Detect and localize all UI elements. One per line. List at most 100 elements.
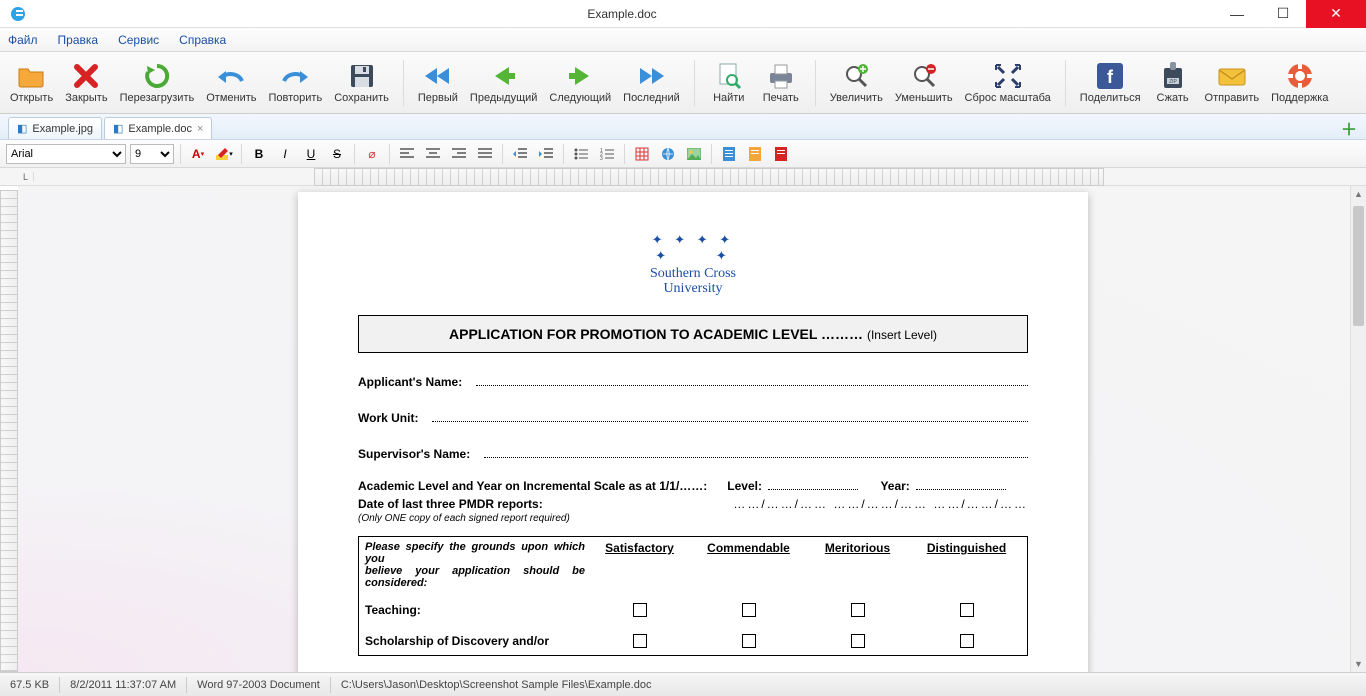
prev-button[interactable]: Предыдущий [466,54,541,112]
export-rtf-button[interactable] [744,143,766,165]
scroll-thumb[interactable] [1353,206,1364,326]
maximize-button[interactable]: ☐ [1260,0,1306,28]
redo-button[interactable]: Повторить [265,54,327,112]
insert-table-button[interactable] [631,143,653,165]
checkbox[interactable] [742,603,756,617]
print-button[interactable]: Печать [757,54,805,112]
add-tab-button[interactable]: ＋ [1340,119,1358,137]
number-list-button[interactable]: 123 [596,143,618,165]
outdent-button[interactable] [509,143,531,165]
align-center-button[interactable] [422,143,444,165]
zip-icon: ZIP [1158,61,1188,91]
vertical-ruler[interactable] [0,190,18,672]
insert-image-button[interactable] [683,143,705,165]
export-doc-button[interactable] [718,143,740,165]
clear-format-button[interactable]: ⌀ [361,143,383,165]
close-button[interactable]: ✕ [1306,0,1366,28]
field-supervisor[interactable] [484,448,1028,458]
compress-button[interactable]: ZIPСжать [1149,54,1197,112]
field-applicant[interactable] [476,376,1028,386]
export-pdf-button[interactable] [770,143,792,165]
pmdr-dates[interactable]: ……/……/…… ……/……/…… ……/……/…… [733,497,1028,511]
tab-example-doc[interactable]: ◧ Example.doc × [104,117,212,139]
align-justify-button[interactable] [474,143,496,165]
label-workunit: Work Unit: [358,411,418,425]
font-select[interactable]: Arial [6,144,126,164]
bold-button[interactable]: B [248,143,270,165]
uni-name-2: University [663,281,722,296]
checkbox[interactable] [742,634,756,648]
find-button[interactable]: Найти [705,54,753,112]
checkbox[interactable] [960,634,974,648]
folder-icon [17,61,47,91]
menu-service[interactable]: Сервис [118,33,159,47]
doc-icon: ◧ [113,122,123,135]
checkbox[interactable] [851,634,865,648]
field-workunit[interactable] [432,412,1028,422]
col-commendable: Commendable [694,541,803,589]
tab-example-jpg[interactable]: ◧ Example.jpg [8,117,102,139]
italic-button[interactable]: I [274,143,296,165]
vertical-scrollbar[interactable]: ▲ ▼ [1350,186,1366,672]
svg-text:ZIP: ZIP [1169,79,1177,85]
minimize-button[interactable]: — [1214,0,1260,28]
col-meritorious: Meritorious [803,541,912,589]
scroll-up-icon[interactable]: ▲ [1351,186,1366,202]
zoomout-icon [909,61,939,91]
undo-icon [216,61,246,91]
zoomreset-button[interactable]: Сброс масштаба [961,54,1055,112]
highlight-button[interactable]: ▾ [213,143,235,165]
support-button[interactable]: Поддержка [1267,54,1332,112]
align-right-button[interactable] [448,143,470,165]
indent-button[interactable] [535,143,557,165]
envelope-icon [1217,61,1247,91]
document-area: L ✦ ✦ ✦ ✦✦ ✦ Southern CrossUniversity AP… [0,168,1366,672]
menu-help[interactable]: Справка [179,33,226,47]
checkbox[interactable] [851,603,865,617]
zoomout-button[interactable]: Уменьшить [891,54,957,112]
horizontal-ruler[interactable] [314,168,1104,186]
field-year[interactable] [916,480,1006,490]
document-page[interactable]: ✦ ✦ ✦ ✦✦ ✦ Southern CrossUniversity APPL… [298,192,1088,672]
bullet-list-button[interactable] [570,143,592,165]
zoomreset-icon [993,61,1023,91]
scroll-down-icon[interactable]: ▼ [1351,656,1366,672]
menu-edit[interactable]: Правка [58,33,99,47]
close-file-button[interactable]: Закрыть [61,54,111,112]
checkbox[interactable] [633,634,647,648]
zoomin-button[interactable]: Увеличить [826,54,887,112]
ruler-bar: L [0,168,1366,186]
next-icon [565,61,595,91]
status-path: C:\Users\Jason\Desktop\Screenshot Sample… [341,679,652,691]
save-button[interactable]: Сохранить [330,54,393,112]
size-select[interactable]: 9 [130,144,174,164]
label-level: Level: [727,479,762,493]
menu-file[interactable]: Файл [8,33,38,47]
next-button[interactable]: Следующий [545,54,615,112]
strike-button[interactable]: S [326,143,348,165]
field-level[interactable] [768,480,858,490]
document-scroll[interactable]: ✦ ✦ ✦ ✦✦ ✦ Southern CrossUniversity APPL… [18,186,1366,672]
left-gutter [0,186,18,672]
insert-link-button[interactable] [657,143,679,165]
svg-text:3: 3 [600,156,603,160]
lifering-icon [1285,61,1315,91]
underline-button[interactable]: U [300,143,322,165]
status-type: Word 97-2003 Document [197,679,320,691]
form-title-main: APPLICATION FOR PROMOTION TO ACADEMIC LE… [449,326,863,342]
align-left-button[interactable] [396,143,418,165]
checkbox[interactable] [633,603,647,617]
first-button[interactable]: Первый [414,54,462,112]
reload-button[interactable]: Перезагрузить [116,54,199,112]
send-button[interactable]: Отправить [1201,54,1264,112]
share-button[interactable]: fПоделиться [1076,54,1145,112]
prompt-line-2: believe your application should be consi… [365,565,585,589]
tab-close-icon[interactable]: × [197,123,203,135]
open-button[interactable]: Открыть [6,54,57,112]
prompt-line-1: Please specify the grounds upon which yo… [365,541,585,565]
label-supervisor: Supervisor's Name: [358,447,470,461]
last-button[interactable]: Последний [619,54,684,112]
undo-button[interactable]: Отменить [202,54,260,112]
checkbox[interactable] [960,603,974,617]
font-color-button[interactable]: A▾ [187,143,209,165]
